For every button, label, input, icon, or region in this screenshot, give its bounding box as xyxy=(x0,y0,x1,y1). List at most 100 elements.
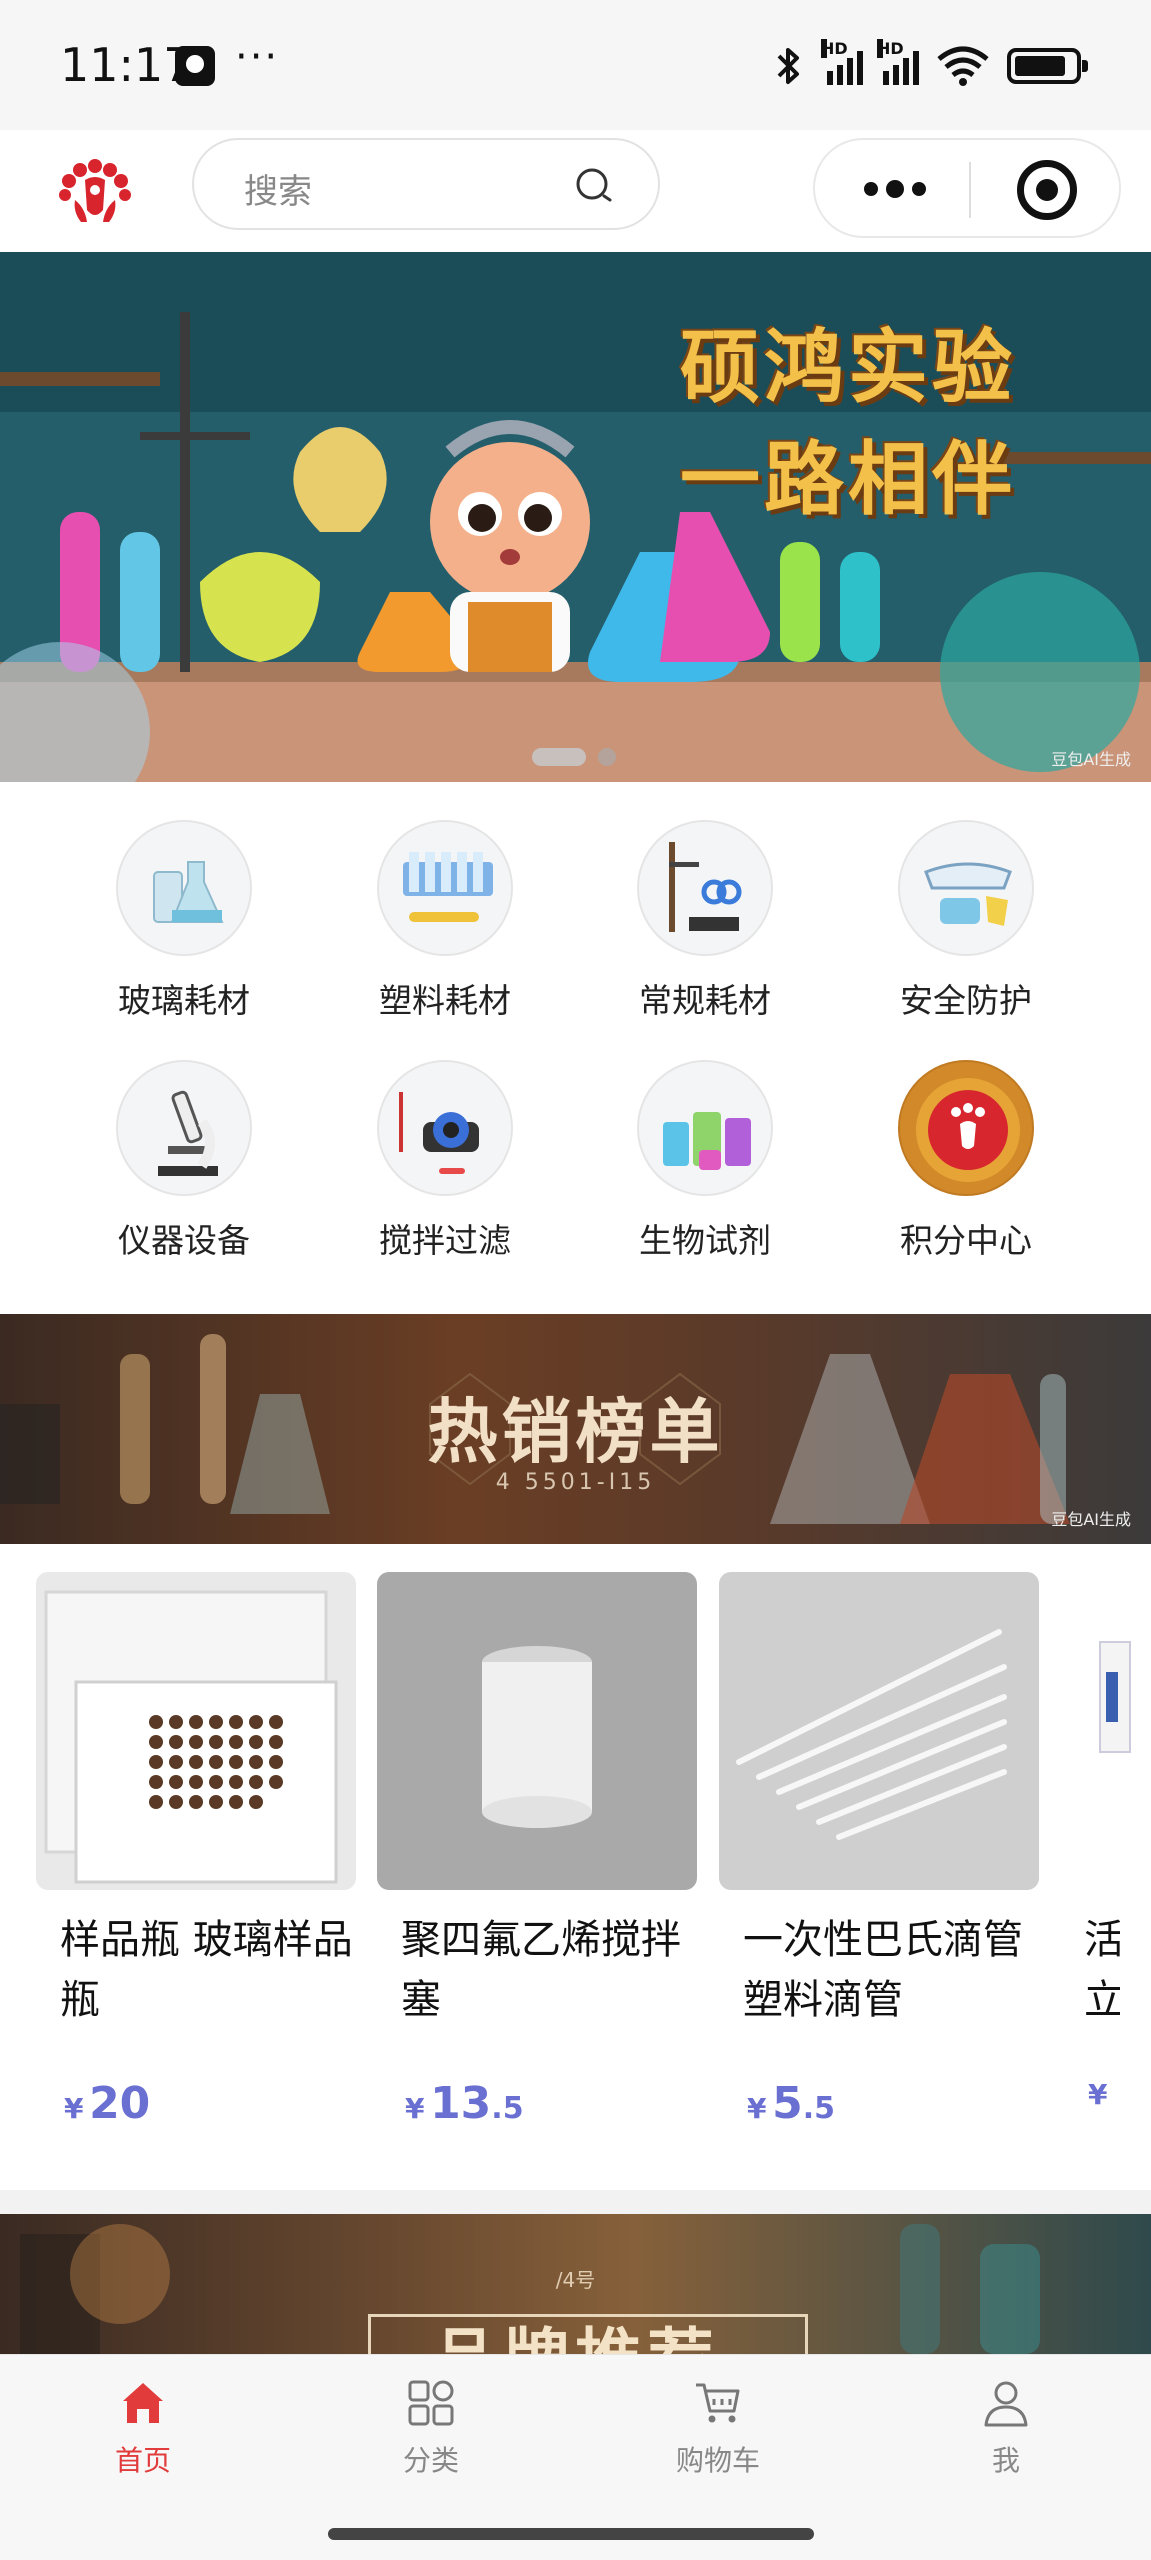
product-name: 样品瓶 玻璃样品瓶 xyxy=(60,1917,353,2023)
status-time: 11:17 xyxy=(60,38,193,92)
category-points[interactable]: 积分中心 xyxy=(866,1060,1066,1262)
category-grid-icon xyxy=(408,2380,454,2426)
product-image xyxy=(377,1572,697,1890)
brand-banner-subtitle: /4号 xyxy=(555,2268,596,2292)
product-name: 活立 xyxy=(1084,1917,1120,2023)
hd-label: HD xyxy=(821,39,848,58)
hero-title-line1: 硕鸿实验 xyxy=(680,321,1016,414)
tab-home[interactable]: 首页 xyxy=(43,2377,243,2479)
price-currency: ¥ xyxy=(747,2092,767,2125)
category-label: 积分中心 xyxy=(900,1221,1032,1260)
price-integer: 20 xyxy=(89,2078,151,2129)
plastic-tubes-icon xyxy=(377,820,513,956)
hd-label-2: HD xyxy=(877,39,904,58)
stirrer-icon xyxy=(377,1060,513,1196)
tab-cart[interactable]: 购物车 xyxy=(618,2377,818,2479)
product-price: ¥ 5.5 xyxy=(719,2078,1039,2129)
product-price: ¥ 13.5 xyxy=(377,2078,697,2129)
microscope-icon xyxy=(116,1060,252,1196)
price-decimal: .5 xyxy=(491,2091,524,2126)
brand-banner-title: 品牌推荐 xyxy=(0,2306,1151,2354)
tab-label: 分类 xyxy=(402,2444,459,2477)
user-profile-icon xyxy=(984,2381,1028,2427)
category-glassware[interactable]: 玻璃耗材 xyxy=(84,820,284,1022)
tab-label: 购物车 xyxy=(675,2444,760,2477)
product-image xyxy=(36,1572,356,1890)
signal-icon-2: HD xyxy=(877,39,919,85)
brand-logo-icon[interactable] xyxy=(55,150,135,230)
bluetooth-icon xyxy=(777,48,799,84)
category-general[interactable]: 常规耗材 xyxy=(605,820,805,1022)
search-input[interactable]: 搜索 xyxy=(192,138,660,230)
search-placeholder: 搜索 xyxy=(244,172,312,212)
category-stirring[interactable]: 搅拌过滤 xyxy=(345,1060,545,1262)
category-reagents[interactable]: 生物试剂 xyxy=(605,1060,805,1262)
product-image xyxy=(1060,1572,1151,1890)
category-label: 搅拌过滤 xyxy=(379,1221,511,1260)
hero-title: 硕鸿实验 一路相伴 xyxy=(680,312,1016,536)
product-list: 样品瓶 玻璃样品瓶 ¥ 20 聚四氟乙烯搅拌塞 ¥ 13.5 一次性巴氏滴管 塑… xyxy=(0,1544,1151,2184)
category-label: 生物试剂 xyxy=(639,1221,771,1260)
tab-label: 我 xyxy=(991,2444,1020,2477)
capsule-divider xyxy=(969,162,971,218)
hot-sales-subtitle: 4 5501-I15 xyxy=(495,1470,656,1495)
reagent-bottles-icon xyxy=(637,1060,773,1196)
category-label: 仪器设备 xyxy=(118,1221,250,1260)
hot-sales-banner[interactable]: 热销榜单 4 5501-I15 豆包AI生成 xyxy=(0,1314,1151,1544)
product-price: ¥ 20 xyxy=(36,2078,356,2129)
product-image xyxy=(719,1572,1039,1890)
category-safety[interactable]: 安全防护 xyxy=(866,820,1066,1022)
product-card-partial[interactable]: 活立 ¥ xyxy=(1060,1572,1151,2111)
product-card[interactable]: 一次性巴氏滴管 塑料滴管 ¥ 5.5 xyxy=(719,1572,1039,2129)
section-divider xyxy=(0,2190,1151,2214)
close-miniprogram-icon[interactable] xyxy=(1017,160,1077,220)
points-logo-icon xyxy=(898,1060,1034,1196)
signal-icon: HD xyxy=(821,39,863,85)
wifi-icon xyxy=(937,46,989,86)
app-notification-icon xyxy=(175,46,215,86)
bottom-tab-bar: 首页 分类 购物车 我 xyxy=(0,2354,1151,2510)
top-nav: 搜索 xyxy=(0,130,1151,252)
tab-me[interactable]: 我 xyxy=(906,2377,1106,2479)
hero-title-line2: 一路相伴 xyxy=(680,433,1016,526)
home-indicator[interactable] xyxy=(328,2528,814,2540)
tab-label: 首页 xyxy=(114,2444,171,2477)
product-name: 聚四氟乙烯搅拌塞 xyxy=(401,1917,681,2023)
hot-banner-watermark: 豆包AI生成 xyxy=(1051,1510,1131,1529)
home-icon xyxy=(123,2383,163,2423)
price-integer: 5 xyxy=(772,2078,803,2129)
product-name: 一次性巴氏滴管 塑料滴管 xyxy=(743,1917,1023,2023)
category-label: 安全防护 xyxy=(900,981,1032,1020)
price-currency: ¥ xyxy=(1088,2078,1108,2111)
miniprogram-capsule xyxy=(813,138,1121,238)
glassware-icon xyxy=(116,820,252,956)
category-grid: 玻璃耗材 塑料耗材 常规耗材 安全防护 仪器设备 搅拌过滤 生物试剂 积分中心 xyxy=(0,782,1151,1312)
hero-watermark: 豆包AI生成 xyxy=(1051,750,1131,769)
search-icon[interactable] xyxy=(574,166,614,206)
category-label: 塑料耗材 xyxy=(379,981,511,1020)
tab-category[interactable]: 分类 xyxy=(331,2377,531,2479)
category-instruments[interactable]: 仪器设备 xyxy=(84,1060,284,1262)
cart-icon xyxy=(696,2383,740,2423)
hot-sales-title: 热销榜单 xyxy=(427,1391,724,1473)
more-options-icon[interactable] xyxy=(855,164,935,214)
status-right-group: HD HD xyxy=(771,39,1088,88)
product-card[interactable]: 样品瓶 玻璃样品瓶 ¥ 20 xyxy=(36,1572,356,2129)
brand-recommend-banner[interactable]: /4号 品牌推荐 xyxy=(0,2214,1151,2354)
price-decimal: .5 xyxy=(802,2091,835,2126)
category-label: 常规耗材 xyxy=(639,981,771,1020)
price-currency: ¥ xyxy=(405,2092,425,2125)
carousel-indicator[interactable] xyxy=(532,748,616,766)
general-tools-icon xyxy=(637,820,773,956)
status-bar: 11:17 ··· HD HD xyxy=(0,0,1151,130)
hero-banner[interactable]: 硕鸿实验 一路相伴 豆包AI生成 xyxy=(0,252,1151,782)
carousel-dot[interactable] xyxy=(598,748,616,766)
category-label: 玻璃耗材 xyxy=(118,981,250,1020)
carousel-dot-active[interactable] xyxy=(532,748,586,766)
battery-icon xyxy=(1007,48,1088,84)
category-plastic[interactable]: 塑料耗材 xyxy=(345,820,545,1022)
price-integer: 13 xyxy=(430,2078,492,2129)
product-card[interactable]: 聚四氟乙烯搅拌塞 ¥ 13.5 xyxy=(377,1572,697,2129)
product-price: ¥ xyxy=(1060,2078,1151,2111)
price-currency: ¥ xyxy=(64,2092,84,2125)
